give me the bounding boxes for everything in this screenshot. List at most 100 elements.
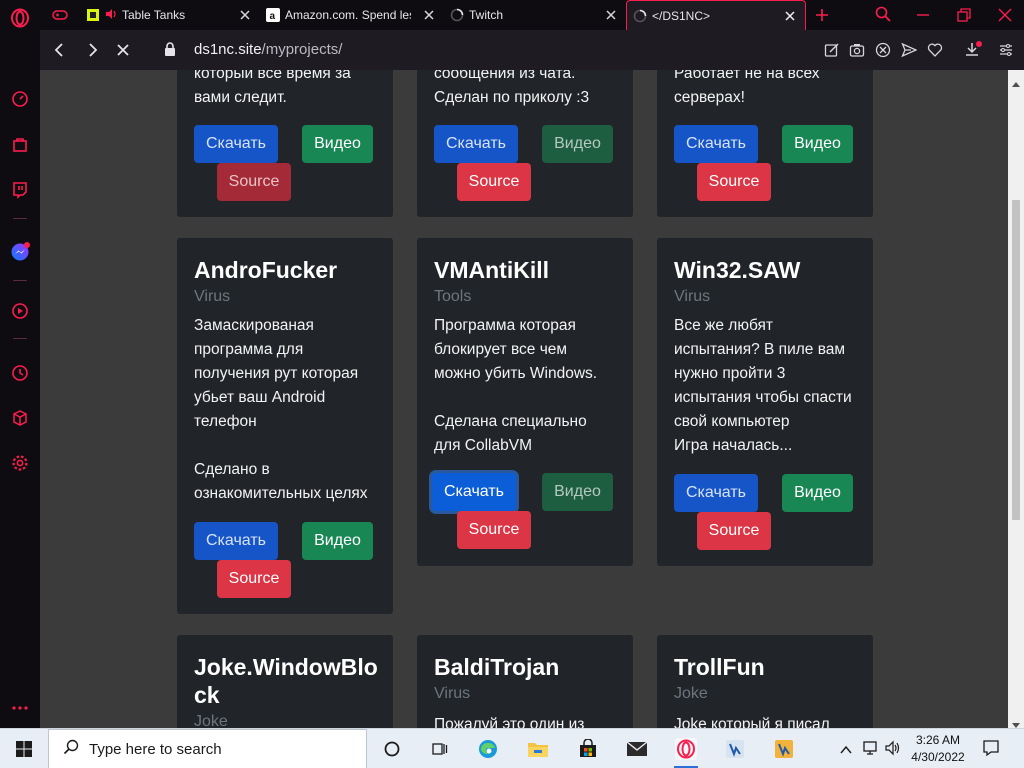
easy-setup-menu-icon[interactable] — [998, 42, 1014, 63]
download-button[interactable]: Скачать — [674, 125, 758, 163]
project-description: Все же любят испытания? В пиле вам нужно… — [674, 317, 852, 454]
new-tab-plus-icon[interactable] — [814, 7, 830, 28]
project-title: TrollFun — [674, 654, 765, 680]
url-path: /myprojects/ — [261, 41, 343, 58]
source-button[interactable]: Source — [697, 512, 771, 550]
settings-gear-icon[interactable] — [8, 451, 32, 475]
audio-playing-icon[interactable] — [105, 8, 117, 23]
file-explorer-icon[interactable] — [518, 733, 558, 765]
sidebar-divider — [13, 280, 27, 281]
svg-text:a: a — [270, 11, 276, 22]
app-icon[interactable] — [715, 733, 755, 765]
opera-gx-taskbar-icon[interactable] — [666, 733, 706, 768]
shopping-bag-icon[interactable] — [8, 132, 32, 156]
close-icon[interactable] — [604, 8, 618, 22]
back-arrow-icon[interactable] — [52, 42, 68, 63]
history-clock-icon[interactable] — [8, 361, 32, 385]
scroll-up-arrow-icon[interactable] — [1012, 74, 1020, 92]
url-host: ds1nc.site — [194, 41, 262, 58]
more-dots-icon[interactable] — [8, 696, 32, 720]
lock-icon[interactable] — [164, 41, 176, 62]
clock-date: 4/30/2022 — [911, 750, 965, 764]
video-button[interactable]: Видео — [782, 125, 853, 163]
project-description: Программа которая блокирует все чем можн… — [434, 317, 598, 454]
edit-easy-setup-icon[interactable] — [824, 42, 840, 63]
messenger-icon[interactable] — [8, 240, 32, 264]
tray-chevron-up-icon[interactable] — [840, 742, 852, 760]
taskbar-clock[interactable]: 3:26 AM 4/30/2022 — [906, 732, 970, 766]
source-button[interactable]: Source — [697, 163, 771, 201]
project-description: который все время за вами следит. — [194, 70, 351, 106]
downloads-icon[interactable] — [964, 41, 982, 64]
video-button[interactable]: Видео — [782, 474, 853, 512]
tab-amazon[interactable]: a Amazon.com. Spend less — [266, 0, 444, 30]
page-scrollbar[interactable] — [1008, 70, 1024, 728]
notifications-icon[interactable] — [982, 739, 1000, 762]
tab-twitch[interactable]: Twitch — [450, 0, 626, 30]
stop-loading-icon[interactable] — [116, 43, 130, 62]
video-button[interactable]: Видео — [542, 473, 613, 511]
bookmark-heart-icon[interactable] — [927, 42, 943, 63]
speed-dial-icon[interactable] — [8, 87, 32, 111]
taskbar-search-input[interactable]: Type here to search — [48, 729, 367, 768]
snapshot-camera-icon[interactable] — [849, 42, 865, 63]
search-tabs-icon[interactable] — [875, 6, 891, 27]
scroll-thumb[interactable] — [1012, 200, 1020, 520]
project-card-androfucker: AndroFucker Virus Замаскированая програм… — [177, 238, 393, 614]
player-icon[interactable] — [8, 299, 32, 323]
mail-icon[interactable] — [617, 733, 657, 765]
page-viewport: который все время за вами следит. Скачат… — [40, 70, 1008, 728]
project-title: Win32.SAW — [674, 257, 801, 283]
loading-spinner-icon — [633, 9, 647, 23]
project-card-vmantikill: VMAntiKill Tools Программа которая блоки… — [417, 238, 633, 566]
download-button[interactable]: Скачать — [674, 474, 758, 512]
extensions-cube-icon[interactable] — [8, 406, 32, 430]
sidebar-divider — [13, 218, 27, 219]
twitch-icon[interactable] — [8, 178, 32, 202]
ad-blocker-icon[interactable] — [875, 42, 891, 63]
source-button[interactable]: Source — [457, 511, 531, 549]
opera-logo-icon[interactable] — [8, 6, 32, 30]
video-button[interactable]: Видео — [302, 125, 373, 163]
windows-start-icon[interactable] — [4, 733, 44, 765]
tab-title: Amazon.com. Spend less — [285, 8, 411, 22]
url-field[interactable]: ds1nc.site/myprojects/ — [194, 41, 342, 58]
network-icon[interactable] — [862, 740, 880, 761]
tab-ds1nc[interactable]: </DS1NC> — [626, 0, 806, 30]
download-button[interactable]: Скачать — [434, 125, 518, 163]
project-description: Замаскированая программа для получения р… — [194, 317, 368, 502]
download-button[interactable]: Скачать — [432, 473, 516, 511]
close-icon[interactable] — [422, 8, 436, 22]
video-button[interactable]: Видео — [542, 125, 613, 163]
send-share-icon[interactable] — [901, 42, 918, 63]
loading-spinner-icon — [450, 8, 464, 22]
microsoft-store-icon[interactable] — [568, 733, 608, 765]
video-button[interactable]: Видео — [302, 522, 373, 560]
project-description: Joke который я писал — [674, 716, 830, 728]
edge-browser-icon[interactable] — [468, 733, 508, 765]
forward-arrow-icon[interactable] — [84, 42, 100, 63]
source-button[interactable]: Source — [217, 560, 291, 598]
project-category: Joke — [674, 685, 708, 702]
gx-controller-icon[interactable] — [52, 8, 68, 27]
project-category: Virus — [674, 288, 711, 305]
project-title: Joke.WindowBlo ck — [194, 654, 378, 708]
minimize-icon[interactable] — [915, 7, 931, 28]
volume-icon[interactable] — [884, 740, 902, 761]
source-button[interactable]: Source — [457, 163, 531, 201]
opera-sidebar — [0, 0, 40, 728]
close-icon[interactable] — [783, 9, 797, 23]
tab-table-tanks[interactable]: Table Tanks — [86, 0, 260, 30]
cortana-icon[interactable] — [372, 733, 412, 765]
task-view-icon[interactable] — [420, 733, 460, 765]
restore-window-icon[interactable] — [956, 7, 972, 28]
app-icon[interactable] — [764, 733, 804, 765]
close-window-icon[interactable] — [997, 7, 1013, 28]
close-icon[interactable] — [238, 8, 252, 22]
project-card: Работает не на всех серверах! Скачать Ви… — [657, 70, 873, 217]
project-title: VMAntiKill — [434, 257, 549, 283]
source-button[interactable]: Source — [217, 163, 291, 201]
project-description: Работает не на всех серверах! — [674, 70, 820, 106]
download-button[interactable]: Скачать — [194, 125, 278, 163]
download-button[interactable]: Скачать — [194, 522, 278, 560]
